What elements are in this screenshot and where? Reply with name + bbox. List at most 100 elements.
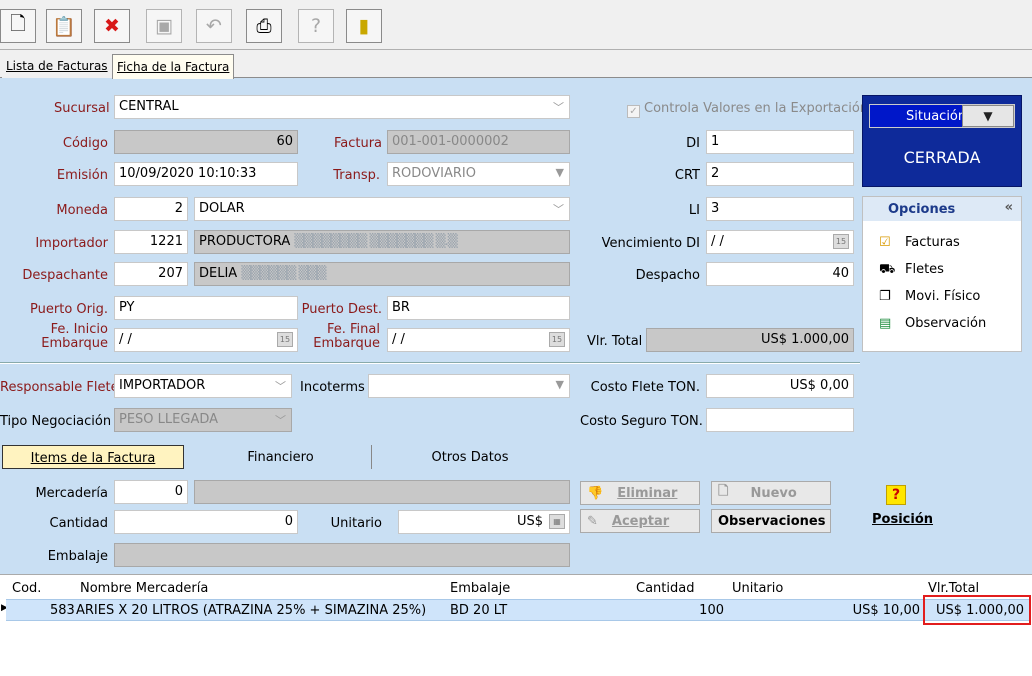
col-cantidad[interactable]: Cantidad (636, 581, 694, 596)
transp-value: RODOVIARIO (392, 166, 476, 181)
calculator-icon[interactable]: ▦ (549, 514, 565, 529)
col-unitario[interactable]: Unitario (732, 581, 783, 596)
tab-items-factura[interactable]: Items de la Factura (2, 445, 184, 469)
embalaje-field[interactable] (114, 543, 570, 567)
mercaderia-code-field[interactable]: 0 (114, 480, 188, 504)
eliminar-button[interactable]: 👎 Eliminar (580, 481, 700, 505)
importador-code-field[interactable]: 1221 (114, 230, 188, 254)
mercaderia-name-field[interactable] (194, 480, 570, 504)
chevron-down-icon: ﹀ (275, 380, 286, 393)
venc-di-value: / / (711, 234, 724, 249)
opcion-observacion-label: Observación (905, 316, 987, 331)
despachante-name: DELIA (199, 266, 238, 281)
calendar-icon[interactable]: 15 (833, 234, 849, 249)
costo-seguro-field[interactable] (706, 408, 854, 432)
sucursal-select[interactable]: CENTRAL ﹀ (114, 95, 570, 119)
checkmark-icon: ✓ (627, 105, 640, 118)
emision-field[interactable]: 10/09/2020 10:10:33 (114, 162, 298, 186)
edit-icon[interactable]: 📋 (46, 9, 82, 43)
col-embalaje[interactable]: Embalaje (450, 581, 510, 596)
calendar-icon[interactable]: 15 (549, 332, 565, 347)
help-icon[interactable]: ? (298, 9, 334, 43)
opcion-movi-fisico[interactable]: ❐ Movi. Físico (879, 289, 980, 304)
opciones-title: Opciones (888, 202, 956, 217)
unitario-field[interactable]: US$ ▦ (398, 510, 570, 534)
table-row[interactable]: 583 ARIES X 20 LITROS (ATRAZINA 25% + SI… (6, 599, 1030, 621)
nuevo-label: Nuevo (750, 485, 797, 501)
undo-icon[interactable]: ↶ (196, 9, 232, 43)
delete-icon[interactable]: ✖ (94, 9, 130, 43)
tab-otros-datos[interactable]: Otros Datos (380, 445, 560, 469)
tipo-neg-select[interactable]: PESO LLEGADA ﹀ (114, 408, 292, 432)
question-icon[interactable]: ? (886, 485, 906, 505)
tab-lista-facturas[interactable]: Lista de Facturas (2, 54, 112, 78)
opciones-panel: Opciones « ☑ Facturas ⛟ Fletes ❐ Movi. Físic… (862, 196, 1022, 352)
opcion-facturas[interactable]: ☑ Facturas (879, 235, 960, 250)
vlr-total-field[interactable]: US$ 1.000,00 (646, 328, 854, 352)
despachante-code-field[interactable]: 207 (114, 262, 188, 286)
puerto-dest-field[interactable]: BR (387, 296, 570, 320)
save-icon[interactable]: ▣ (146, 9, 182, 43)
despacho-field[interactable]: 40 (706, 262, 854, 286)
posicion-link[interactable]: Posición (872, 512, 933, 527)
print-icon[interactable]: ⎙ (246, 9, 282, 43)
dropdown-arrow-icon[interactable]: ▼ (962, 105, 1014, 127)
col-nombre[interactable]: Nombre Mercadería (80, 581, 208, 596)
codigo-field[interactable]: 60 (114, 130, 298, 154)
cell-nombre: ARIES X 20 LITROS (ATRAZINA 25% + SIMAZI… (76, 603, 427, 618)
incoterms-select[interactable]: ▼ (368, 374, 570, 398)
fe-inicio-field[interactable]: / / 15 (114, 328, 298, 352)
crt-label: CRT (674, 168, 700, 183)
moneda-select[interactable]: DOLAR ﹀ (194, 197, 570, 221)
factura-field[interactable]: 001-001-0000002 (387, 130, 570, 154)
aceptar-button[interactable]: ✎ Aceptar (580, 509, 700, 533)
documents-icon: ❐ (879, 289, 891, 304)
tab-ficha-factura[interactable]: Ficha de la Factura (112, 54, 235, 79)
puerto-orig-field[interactable]: PY (114, 296, 298, 320)
observaciones-button[interactable]: Observaciones (711, 509, 831, 533)
despachante-name-field[interactable]: DELIA ▒▒▒▒▒▒ ▒▒▒ (194, 262, 570, 286)
nuevo-button[interactable]: 🗋 Nuevo (711, 481, 831, 505)
opcion-observacion[interactable]: ▤ Observación (879, 316, 986, 331)
transp-select[interactable]: RODOVIARIO ▼ (387, 162, 570, 186)
situacion-label: Situación (906, 109, 967, 124)
opcion-fletes[interactable]: ⛟ Fletes (879, 262, 944, 279)
cantidad-field[interactable]: 0 (114, 510, 298, 534)
moneda-code-field[interactable]: 2 (114, 197, 188, 221)
situacion-status: CERRADA (903, 148, 981, 167)
di-field[interactable]: 1 (706, 130, 854, 154)
exit-door-icon[interactable]: ▮ (346, 9, 382, 43)
importador-name-field[interactable]: PRODUCTORA ▒▒▒▒▒▒▒▒ ▒▒▒▒▒▒▒ ▒.▒ (194, 230, 570, 254)
col-cod[interactable]: Cod. (12, 581, 41, 596)
eliminar-label: Eliminar (617, 485, 678, 501)
opciones-header[interactable]: Opciones « (863, 197, 1021, 221)
costo-flete-field[interactable]: US$ 0,00 (706, 374, 854, 398)
main-tabs: Lista de Facturas Ficha de la Factura (0, 50, 1032, 79)
fe-final-field[interactable]: / / 15 (387, 328, 570, 352)
chevron-down-icon: ﹀ (553, 101, 564, 114)
li-field[interactable]: 3 (706, 197, 854, 221)
puerto-dest-label: Puerto Dest. (301, 302, 382, 317)
resp-flete-select[interactable]: IMPORTADOR ﹀ (114, 374, 292, 398)
controla-checkbox[interactable]: ✓ Controla Valores en la Exportación (627, 101, 868, 118)
collapse-icon[interactable]: « (1005, 200, 1013, 215)
col-vlr-total[interactable]: Vlr.Total (928, 581, 979, 596)
opcion-movi-fisico-label: Movi. Físico (905, 289, 981, 304)
new-document-icon[interactable]: 🗋 (0, 9, 36, 43)
calendar-icon[interactable]: 15 (277, 332, 293, 347)
sucursal-value: CENTRAL (119, 99, 179, 114)
situacion-button[interactable]: Situación ▼ (869, 104, 1015, 128)
cell-embalaje: BD 20 LT (450, 603, 508, 618)
crt-field[interactable]: 2 (706, 162, 854, 186)
venc-di-field[interactable]: / / 15 (706, 230, 854, 254)
incoterms-label: Incoterms (300, 380, 365, 395)
embalaje-label: Embalaje (47, 549, 108, 564)
cell-cod: 583 (50, 603, 75, 618)
fe-final-label: Fe. Final Embarque (300, 323, 380, 351)
puerto-orig-label: Puerto Orig. (30, 302, 108, 317)
fe-inicio-label-2: Embarque (41, 336, 108, 351)
cantidad-label: Cantidad (49, 516, 108, 531)
tab-financiero[interactable]: Financiero (190, 445, 372, 469)
opcion-facturas-label: Facturas (905, 235, 960, 250)
redacted-text: ▒▒▒▒▒▒ ▒▒▒ (241, 266, 326, 281)
